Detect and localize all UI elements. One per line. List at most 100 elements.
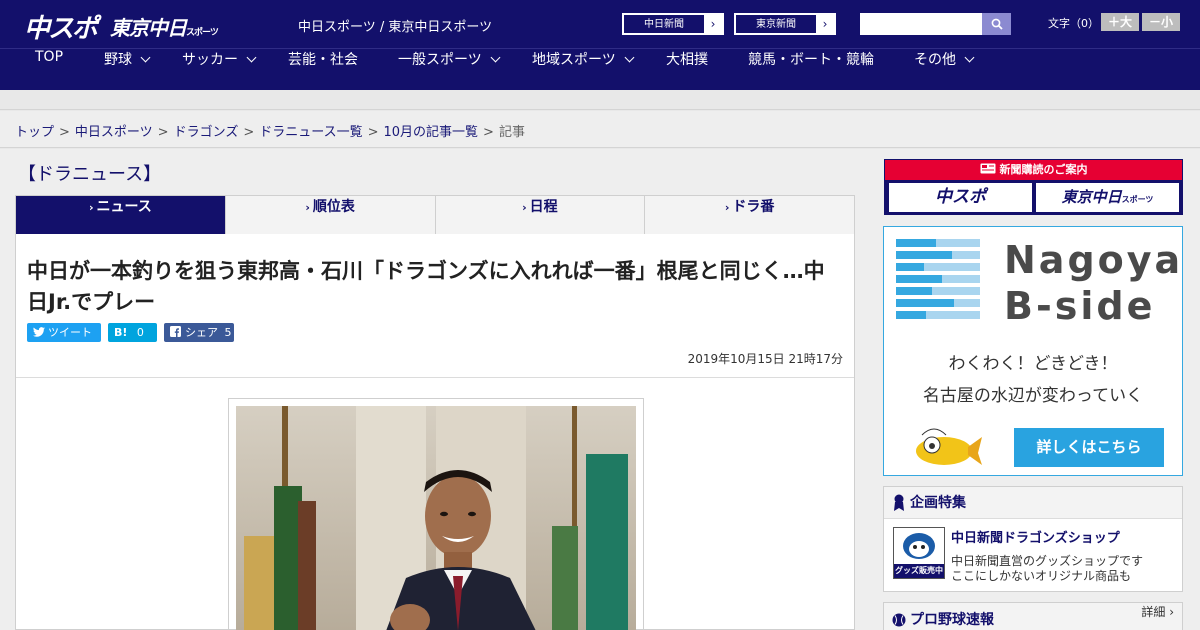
chevron-right-icon: ›: [710, 17, 716, 31]
tokyo-logo-text: 東京中日: [110, 16, 187, 40]
breadcrumb: トップ > 中日スポーツ > ドラゴンズ > ドラニュース一覧 >10月の記事一覧 > 記事: [15, 121, 525, 140]
article-photo[interactable]: [236, 406, 636, 630]
hatena-b-icon: B!: [114, 326, 128, 339]
shop-badge: グッズ販売中: [895, 566, 943, 575]
tab-label: ドラ番: [732, 199, 775, 215]
breadcrumb-separator: >: [483, 125, 494, 140]
facebook-icon: [170, 326, 181, 337]
nav-top[interactable]: TOP: [35, 49, 63, 91]
chevron-right-icon: ›: [305, 201, 310, 214]
breadcrumb-separator: >: [157, 125, 169, 140]
breadcrumb-separator: >: [59, 125, 70, 140]
breadcrumb-separator: >: [367, 125, 379, 140]
subscription-header: 新聞購読のご案内: [885, 160, 1182, 180]
tab-standings[interactable]: › 順位表: [226, 196, 436, 234]
breadcrumb-dragons[interactable]: ドラゴンズ: [174, 125, 239, 140]
dragons-shop-link[interactable]: 中日新聞ドラゴンズショップ: [951, 527, 1120, 546]
nav-baseball[interactable]: 野球: [104, 49, 151, 91]
nav-sumo[interactable]: 大相撲: [666, 49, 708, 91]
breadcrumb-october-list[interactable]: 10月の記事一覧: [384, 125, 479, 140]
nav-others[interactable]: その他: [914, 49, 975, 91]
search-button[interactable]: [982, 13, 1011, 35]
subscribe-chuspo-link[interactable]: 中スポ: [889, 183, 1032, 212]
nav-soccer[interactable]: サッカー: [182, 49, 257, 91]
facebook-count: 5: [224, 326, 232, 339]
chevron-down-icon: [624, 52, 635, 63]
breadcrumb-separator: >: [243, 125, 255, 140]
ad-title: Nagoya B-side: [1004, 237, 1183, 329]
bside-logo-icon: [896, 239, 980, 319]
font-larger-button[interactable]: ＋大: [1101, 13, 1139, 31]
baseball-score-header: プロ野球速報 詳細 ›: [884, 603, 1182, 630]
article-headline: 中日が一本釣りを狙う東邦高・石川「ドラゴンズに入れれば一番」根尾と同じく…中日J…: [27, 259, 825, 314]
chevron-right-icon: ›: [724, 201, 730, 214]
font-size-label: 文字（0）: [1048, 17, 1099, 30]
ad-catchphrase-2: 名古屋の水辺が変わっていく: [922, 386, 1144, 406]
news-tabs: › ニュース › 順位表 › 日程 › ドラ番: [15, 195, 855, 242]
breadcrumb-bar: トップ > 中日スポーツ > ドラゴンズ > ドラニュース一覧 >10月の記事一覧 > 記事: [0, 111, 1200, 148]
chevron-down-icon: [964, 52, 975, 63]
baseball-score-label: プロ野球速報: [910, 612, 994, 628]
nav-label: 一般スポーツ: [398, 52, 482, 68]
baseball-icon: [892, 613, 906, 627]
nav-general-sports[interactable]: 一般スポーツ: [398, 49, 501, 91]
search-input[interactable]: [860, 13, 982, 35]
chevron-right-icon: ›: [822, 17, 828, 31]
main-nav: TOP 野球 サッカー 芸能・社会 一般スポーツ 地域スポーツ 大相撲 競馬・ボ…: [0, 48, 1200, 90]
nagoya-bside-ad[interactable]: Nagoya B-side わくわく！どきどき！ 名古屋の水辺が変わっていく 詳…: [883, 226, 1183, 476]
subscription-box[interactable]: 新聞購読のご案内 中スポ 東京中日スポーツ: [884, 159, 1183, 215]
article-photo-frame: [228, 398, 644, 630]
breadcrumb-dora-news-list[interactable]: ドラニュース一覧: [259, 125, 362, 140]
nav-label: 芸能・社会: [288, 52, 358, 68]
sub-tokyo-text: 東京中日: [1061, 188, 1122, 206]
nav-local-sports[interactable]: 地域スポーツ: [532, 49, 635, 91]
subscribe-tokyo-chunichi-link[interactable]: 東京中日スポーツ: [1036, 183, 1179, 212]
chevron-right-icon: ›: [88, 201, 94, 214]
nav-label: その他: [914, 52, 956, 68]
dragons-shop-thumbnail[interactable]: グッズ販売中: [893, 527, 945, 579]
nav-label: 競馬・ボート・競輪: [748, 52, 874, 68]
subscription-header-label: 新聞購読のご案内: [999, 163, 1088, 176]
chevron-down-icon: [246, 52, 257, 63]
ad-catchphrase-1: わくわく！どきどき！: [948, 354, 1118, 374]
font-smaller-button[interactable]: －小: [1142, 13, 1180, 31]
tokyo-shimbun-link[interactable]: 東京新聞 ›: [734, 13, 836, 35]
chevron-down-icon: [490, 52, 501, 63]
tokyo-shimbun-label: 東京新聞: [735, 14, 817, 34]
breadcrumb-current: 記事: [498, 125, 525, 140]
baseball-details-link[interactable]: 詳細 ›: [1141, 603, 1174, 620]
nav-entertainment[interactable]: 芸能・社会: [288, 49, 358, 91]
publish-date: 2019年10月15日 21時17分: [687, 352, 843, 366]
feature-header-label: 企画特集: [910, 495, 966, 511]
breadcrumb-chunichi-sports[interactable]: 中日スポーツ: [75, 125, 153, 140]
ad-details-button[interactable]: 詳しくはこちら: [1014, 428, 1164, 467]
nav-label: TOP: [35, 49, 64, 65]
tab-dora-ban[interactable]: › ドラ番: [645, 196, 854, 234]
newspaper-icon: [980, 163, 995, 174]
ribbon-icon: [894, 494, 904, 511]
twitter-bird-icon: [33, 327, 45, 337]
nav-racing[interactable]: 競馬・ボート・競輪: [748, 49, 874, 91]
tab-news[interactable]: › ニュース: [16, 196, 226, 242]
chunichi-shimbun-link[interactable]: 中日新聞 ›: [622, 13, 724, 35]
breadcrumb-top[interactable]: トップ: [15, 125, 54, 140]
tab-schedule[interactable]: › 日程: [436, 196, 646, 234]
nav-label: 野球: [104, 52, 132, 68]
site-links[interactable]: 中日スポーツ / 東京中日スポーツ: [298, 16, 492, 35]
chuspo-logo[interactable]: 中スポ: [24, 8, 98, 45]
feature-card: 企画特集 グッズ販売中 中日新聞ドラゴンズショップ 中日新聞直営のグッズショップ…: [883, 486, 1183, 592]
shrimp-mascot-icon: [916, 428, 982, 465]
section-title: 【ドラニュース】: [18, 164, 162, 185]
hatena-bookmark-button[interactable]: B! 0: [108, 323, 157, 342]
tokyo-logo-small: スポーツ: [186, 28, 219, 38]
tokyo-chunichi-logo[interactable]: 東京中日スポーツ: [110, 12, 219, 41]
facebook-share-button[interactable]: シェア 5: [164, 323, 234, 342]
tab-label: 順位表: [312, 199, 355, 215]
hatena-count: 0: [136, 326, 144, 339]
divider: [16, 377, 854, 378]
nav-label: 大相撲: [666, 52, 708, 68]
top-header: 中スポ 東京中日スポーツ 中日スポーツ / 東京中日スポーツ 中日新聞 › 東京…: [0, 0, 1200, 48]
article: 中日が一本釣りを狙う東邦高・石川「ドラゴンズに入れれば一番」根尾と同じく…中日J…: [15, 234, 855, 630]
chevron-down-icon: [140, 52, 151, 63]
tweet-button[interactable]: ツイート: [27, 323, 101, 342]
